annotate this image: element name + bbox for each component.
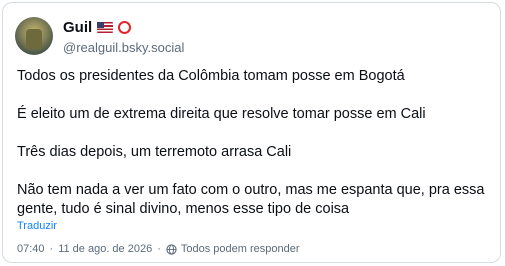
post-header: Guil @realguil.bsky.social <box>15 17 184 55</box>
author-names: Guil @realguil.bsky.social <box>63 18 184 55</box>
meta-separator: · <box>49 243 54 255</box>
post-paragraph: Três dias depois, um terremoto arrasa Ca… <box>17 144 292 160</box>
reply-setting[interactable]: Todos podem responder <box>181 243 300 255</box>
display-name[interactable]: Guil <box>63 19 92 36</box>
post-paragraph: É eleito um de extrema direita que resol… <box>17 106 426 122</box>
author-handle[interactable]: @realguil.bsky.social <box>63 40 184 55</box>
post-time: 07:40 <box>17 243 45 255</box>
globe-icon <box>166 243 177 255</box>
post-card: Guil @realguil.bsky.social Todos os pres… <box>2 2 501 263</box>
post-text: Todos os presidentes da Colômbia tomam p… <box>17 67 495 219</box>
translate-link[interactable]: Traduzir <box>17 220 57 232</box>
red-circle-icon <box>118 21 132 34</box>
post-paragraph: Todos os presidentes da Colômbia tomam p… <box>17 68 405 84</box>
avatar[interactable] <box>15 17 53 55</box>
us-flag-icon <box>97 22 114 33</box>
post-meta: 07:40 · 11 de ago. de 2026 · Todos podem… <box>17 243 300 255</box>
post-date: 11 de ago. de 2026 <box>58 243 153 255</box>
meta-separator: · <box>157 243 161 255</box>
post-paragraph: Não tem nada a ver um fato com o outro, … <box>17 182 485 217</box>
display-name-row: Guil <box>63 18 184 38</box>
